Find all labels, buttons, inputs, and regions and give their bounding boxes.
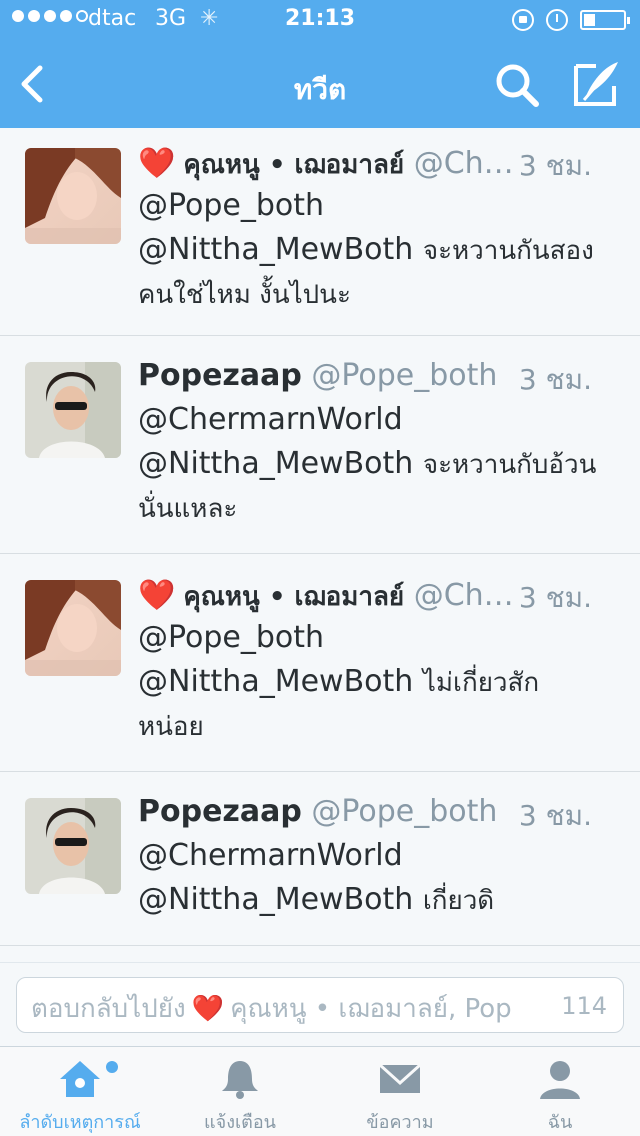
tweet-author-name[interactable]: Popezaap [138, 358, 302, 393]
home-icon [60, 1061, 100, 1097]
mention-link[interactable]: @Nittha_MewBoth [138, 446, 413, 481]
tweet-header: ❤️ คุณหนู • เฌอมาลย์ @Ch… 3 ชม. [138, 144, 618, 188]
rotation-lock-icon [512, 9, 534, 31]
reply-bar: ตอบกลับไปยัง ❤️ คุณหนู • เฌอมาลย์, Pop 114 [0, 962, 640, 1044]
tweet-text-line: คนใช่ไหม งั้นไปนะ [138, 280, 351, 310]
reply-prefix: ตอบกลับไปยัง [31, 994, 186, 1024]
envelope-icon [378, 1063, 422, 1093]
avatar[interactable] [25, 362, 121, 458]
tweet-text-line: หน่อย [138, 712, 204, 742]
search-icon [496, 64, 539, 107]
tweet-text: @Pope_both @Nittha_MewBoth ไม่เกี่ยวสัก … [138, 616, 618, 749]
back-button[interactable] [10, 54, 60, 114]
chevron-left-icon [21, 65, 43, 103]
tab-label: ฉัน [547, 1112, 573, 1133]
bell-icon [222, 1061, 258, 1099]
tweet-item[interactable]: Popezaap @Pope_both 3 ชม. @ChermarnWorld… [0, 772, 640, 946]
tweet-author-name[interactable]: Popezaap [138, 794, 302, 829]
nav-bar: ทวีต [0, 40, 640, 128]
header: dtac 3G ✳ 21:13 ทวีต [0, 0, 640, 128]
compose-icon [574, 62, 618, 106]
tweet-item[interactable]: ❤️ คุณหนู • เฌอมาลย์ @Ch… 3 ชม. @Pope_bot… [0, 128, 640, 336]
mention-link[interactable]: @ChermarnWorld [138, 834, 618, 878]
tweet-time: 3 ชม. [512, 576, 592, 620]
mention-link[interactable]: @Pope_both [138, 616, 618, 660]
tab-label: ลำดับเหตุการณ์ [19, 1112, 141, 1133]
tweet-header: Popezaap @Pope_both 3 ชม. [138, 794, 618, 838]
tweet-header: Popezaap @Pope_both 3 ชม. [138, 358, 618, 402]
tweet-text-line: จะหวานกันสอง [422, 236, 594, 266]
tweet-text-line: นั่นแหละ [138, 494, 238, 524]
tweet-timeline[interactable]: ❤️ คุณหนู • เฌอมาลย์ @Ch… 3 ชม. @Pope_bot… [0, 128, 640, 946]
person-icon [540, 1061, 580, 1099]
tweet-text-line: เกี่ยวดิ [422, 886, 495, 916]
tweet-time: 3 ชม. [512, 144, 592, 188]
tab-messages[interactable]: ข้อความ [320, 1047, 480, 1136]
heart-emoji: ❤️ [138, 146, 176, 181]
mention-link[interactable]: @Pope_both [138, 184, 618, 228]
tab-home[interactable]: ลำดับเหตุการณ์ [0, 1047, 160, 1136]
tweet-author-handle[interactable]: @Ch… [414, 578, 514, 613]
heart-emoji: ❤️ [191, 994, 225, 1024]
new-content-badge [106, 1061, 118, 1073]
tweet-text-line: จะหวานกับอ้วน [422, 450, 597, 480]
tab-label: ข้อความ [366, 1112, 434, 1133]
reply-placeholder: ตอบกลับไปยัง ❤️ คุณหนู • เฌอมาลย์, Pop [31, 988, 512, 1029]
tweet-text: @ChermarnWorld @Nittha_MewBoth จะหวานกับ… [138, 398, 618, 531]
tweet-author-name[interactable]: คุณหนู • เฌอมาลย์ [183, 150, 404, 180]
mention-link[interactable]: @ChermarnWorld [138, 398, 618, 442]
reply-input[interactable]: ตอบกลับไปยัง ❤️ คุณหนู • เฌอมาลย์, Pop 114 [16, 977, 624, 1033]
mention-link[interactable]: @Nittha_MewBoth [138, 882, 413, 917]
heart-emoji: ❤️ [138, 578, 176, 613]
tweet-author-name[interactable]: คุณหนู • เฌอมาลย์ [183, 582, 404, 612]
search-button[interactable] [492, 60, 542, 110]
tweet-text: @ChermarnWorld @Nittha_MewBoth เกี่ยวดิ [138, 834, 618, 923]
tweet-item[interactable]: ❤️ คุณหนู • เฌอมาลย์ @Ch… 3 ชม. @Pope_bot… [0, 554, 640, 772]
avatar[interactable] [25, 580, 121, 676]
status-bar: dtac 3G ✳ 21:13 [0, 0, 640, 40]
tweet-author-handle[interactable]: @Ch… [414, 146, 514, 181]
tab-me[interactable]: ฉัน [480, 1047, 640, 1136]
tab-label: แจ้งเตือน [204, 1112, 276, 1133]
tweet-header: ❤️ คุณหนู • เฌอมาลย์ @Ch… 3 ชม. [138, 576, 618, 620]
battery-icon [580, 10, 630, 30]
tweet-author-handle[interactable]: @Pope_both [311, 358, 497, 393]
tweet-text: @Pope_both @Nittha_MewBoth จะหวานกันสอง … [138, 184, 618, 317]
reply-recipients: คุณหนู • เฌอมาลย์, Pop [230, 994, 512, 1024]
page-title: ทวีต [293, 73, 347, 106]
tab-notifications[interactable]: แจ้งเตือน [160, 1047, 320, 1136]
character-count: 114 [557, 992, 607, 1020]
compose-button[interactable] [568, 56, 624, 112]
tweet-time: 3 ชม. [512, 358, 592, 402]
mention-link[interactable]: @Nittha_MewBoth [138, 664, 413, 699]
tweet-author-handle[interactable]: @Pope_both [311, 794, 497, 829]
avatar[interactable] [25, 798, 121, 894]
tab-bar: ลำดับเหตุการณ์ แจ้งเตือน ข้อความ ฉัน [0, 1046, 640, 1136]
tweet-item[interactable]: Popezaap @Pope_both 3 ชม. @ChermarnWorld… [0, 336, 640, 554]
status-time: 21:13 [284, 6, 356, 31]
tweet-text-line: ไม่เกี่ยวสัก [422, 668, 540, 698]
mention-link[interactable]: @Nittha_MewBoth [138, 232, 413, 267]
avatar[interactable] [25, 148, 121, 244]
tweet-time: 3 ชม. [512, 794, 592, 838]
alarm-icon [546, 9, 568, 31]
